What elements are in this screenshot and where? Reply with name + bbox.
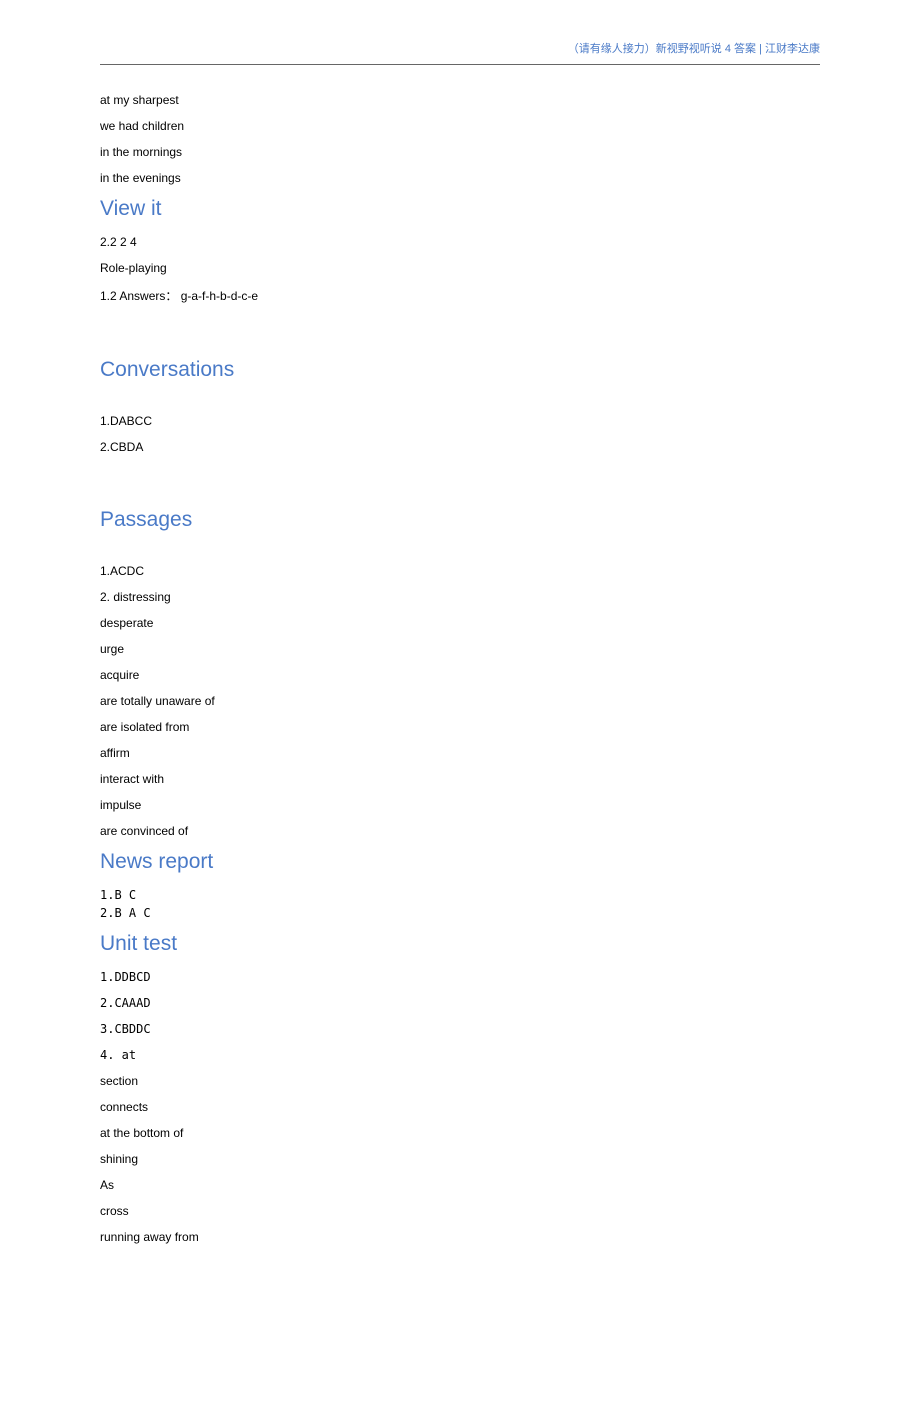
answer-line: desperate xyxy=(100,616,820,630)
answer-line: As xyxy=(100,1178,820,1192)
answer-line: urge xyxy=(100,642,820,656)
answer-line: are totally unaware of xyxy=(100,694,820,708)
answer-line: 1.DABCC xyxy=(100,414,820,428)
answer-line: 3.CBDDC xyxy=(100,1022,820,1036)
section-heading-unit-test: Unit test xyxy=(100,932,820,956)
answer-line: are convinced of xyxy=(100,824,820,838)
answer-line: 1.B C xyxy=(100,888,820,902)
answer-line: running away from xyxy=(100,1230,820,1244)
answer-line: 1.2 Answers： g-a-f-h-b-d-c-e xyxy=(100,287,820,304)
header-credit: （请有缘人接力）新视野视听说 4 答案 | 江财李达康 xyxy=(100,40,820,56)
answer-line: impulse xyxy=(100,798,820,812)
answer-line: 1.DDBCD xyxy=(100,970,820,984)
section-heading-conversations: Conversations xyxy=(100,358,820,382)
answer-line: affirm xyxy=(100,746,820,760)
answer-line: at the bottom of xyxy=(100,1126,820,1140)
answer-line: 2.B A C xyxy=(100,906,820,920)
section-heading-view-it: View it xyxy=(100,197,820,221)
answer-line: cross xyxy=(100,1204,820,1218)
answer-line: acquire xyxy=(100,668,820,682)
answer-line: 2.CAAAD xyxy=(100,996,820,1010)
answer-line: connects xyxy=(100,1100,820,1114)
section-heading-news-report: News report xyxy=(100,850,820,874)
intro-line: at my sharpest xyxy=(100,93,820,107)
answer-line: 2.CBDA xyxy=(100,440,820,454)
section-heading-passages: Passages xyxy=(100,508,820,532)
intro-line: in the evenings xyxy=(100,171,820,185)
intro-block: at my sharpest we had children in the mo… xyxy=(100,93,820,185)
answer-line: interact with xyxy=(100,772,820,786)
answer-line: 1.ACDC xyxy=(100,564,820,578)
answer-line: 2. distressing xyxy=(100,590,820,604)
answer-line: are isolated from xyxy=(100,720,820,734)
answer-line: 4. at xyxy=(100,1048,820,1062)
answer-line: Role-playing xyxy=(100,261,820,275)
intro-line: we had children xyxy=(100,119,820,133)
divider xyxy=(100,64,820,65)
answer-line: 2.2 2 4 xyxy=(100,235,820,249)
intro-line: in the mornings xyxy=(100,145,820,159)
answer-line: section xyxy=(100,1074,820,1088)
answer-line: shining xyxy=(100,1152,820,1166)
